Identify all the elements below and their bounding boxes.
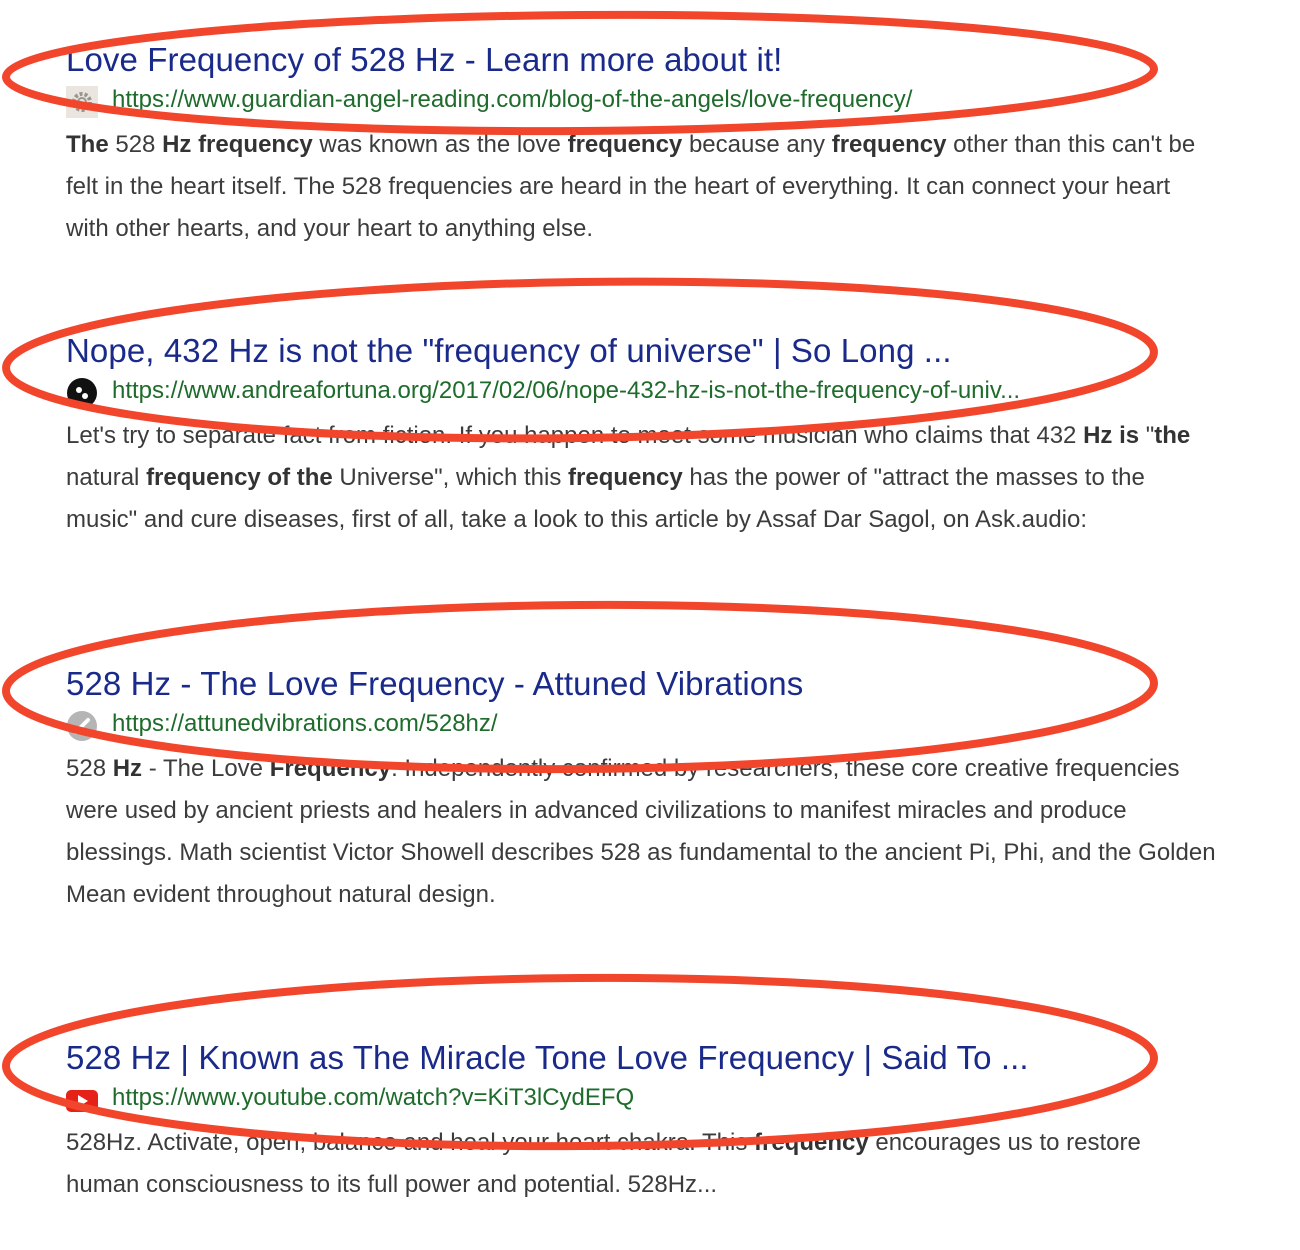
search-result: Nope, 432 Hz is not the "frequency of un…	[66, 331, 1216, 541]
snippet-text: natural	[66, 464, 147, 491]
result-title-link[interactable]: 528 Hz | Known as The Miracle Tone Love …	[66, 1038, 1216, 1078]
search-results: Love Frequency of 528 Hz - Learn more ab…	[0, 0, 1300, 1250]
snippet-highlight: Hz frequency	[162, 131, 313, 158]
black-circle-icon	[66, 377, 98, 409]
gear-icon	[66, 86, 98, 118]
result-title-link[interactable]: 528 Hz - The Love Frequency - Attuned Vi…	[66, 664, 1216, 704]
result-url-link[interactable]: https://www.andreafortuna.org/2017/02/06…	[112, 375, 1020, 407]
snippet-highlight: the	[1154, 422, 1191, 449]
result-url-row: https://attunedvibrations.com/528hz/	[66, 708, 1216, 741]
result-url-row: https://www.youtube.com/watch?v=KiT3lCyd…	[66, 1082, 1216, 1112]
result-title-link[interactable]: Nope, 432 Hz is not the "frequency of un…	[66, 331, 1216, 371]
snippet-text: because any	[682, 131, 832, 158]
snippet-highlight: frequency	[567, 131, 683, 158]
snippet-highlight: frequency	[831, 131, 947, 158]
result-snippet: 528 Hz - The Love Frequency. Independent…	[66, 748, 1216, 916]
result-title-link[interactable]: Love Frequency of 528 Hz - Learn more ab…	[66, 40, 1216, 80]
snippet-text: "	[1139, 422, 1155, 449]
youtube-icon	[66, 1084, 98, 1116]
result-snippet: 528Hz. Activate, open, balance and heal …	[66, 1122, 1216, 1206]
snippet-highlight: frequency	[568, 464, 683, 491]
snippet-text: was known as the love	[312, 131, 568, 158]
result-url-link[interactable]: https://www.youtube.com/watch?v=KiT3lCyd…	[112, 1082, 634, 1114]
snippet-text: - The Love	[142, 755, 270, 782]
snippet-text: 528	[66, 755, 113, 782]
link-icon	[66, 710, 98, 742]
snippet-text: Let's try to separate fact from fiction.…	[66, 422, 1084, 449]
snippet-text: Universe", which this	[332, 464, 569, 491]
result-url-link[interactable]: https://www.guardian-angel-reading.com/b…	[112, 84, 912, 116]
search-result: 528 Hz | Known as The Miracle Tone Love …	[66, 1038, 1216, 1206]
result-url-link[interactable]: https://attunedvibrations.com/528hz/	[112, 708, 498, 740]
snippet-text: 528	[108, 131, 163, 158]
snippet-text: 528Hz. Activate, open, balance and heal …	[66, 1129, 754, 1156]
snippet-highlight: Frequency	[269, 755, 392, 782]
result-url-row: https://www.guardian-angel-reading.com/b…	[66, 84, 1216, 118]
snippet-highlight: The	[66, 131, 109, 158]
snippet-highlight: Hz is	[1083, 422, 1140, 449]
result-snippet: The 528 Hz frequency was known as the lo…	[66, 124, 1216, 250]
result-snippet: Let's try to separate fact from fiction.…	[66, 415, 1216, 541]
snippet-highlight: Hz	[112, 755, 143, 782]
search-result: 528 Hz - The Love Frequency - Attuned Vi…	[66, 664, 1216, 916]
snippet-highlight: frequency	[753, 1129, 869, 1156]
search-result: Love Frequency of 528 Hz - Learn more ab…	[66, 40, 1216, 250]
result-url-row: https://www.andreafortuna.org/2017/02/06…	[66, 375, 1216, 408]
snippet-highlight: frequency of the	[146, 464, 333, 491]
